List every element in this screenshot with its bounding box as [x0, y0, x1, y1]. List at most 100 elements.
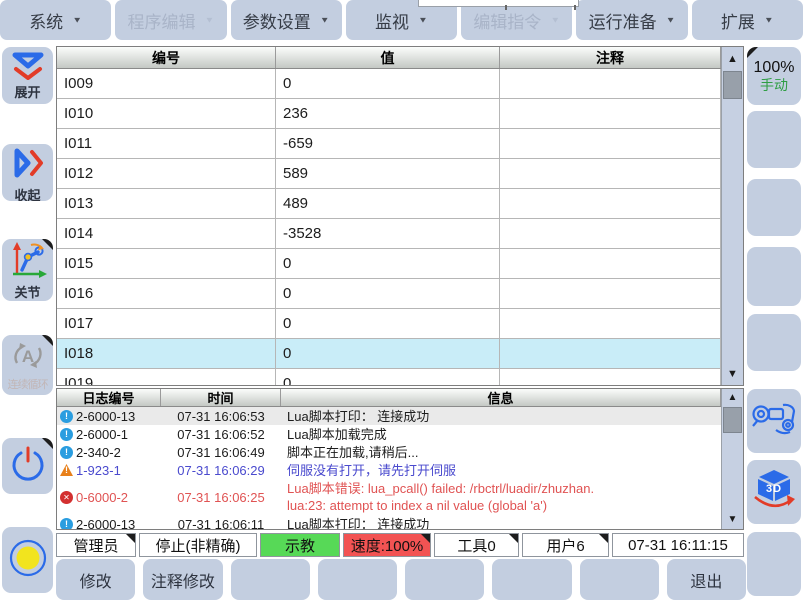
- status-teach-mode[interactable]: 示教: [260, 533, 340, 557]
- chevron-down-icon: ▼: [550, 15, 561, 25]
- io-value-cell[interactable]: 489: [276, 189, 500, 218]
- log-entry-row[interactable]: ! 2-340-2 07-31 16:06:49 脚本正在加载,请稍后...: [57, 443, 721, 461]
- io-table-row[interactable]: I017 0: [57, 309, 721, 339]
- right-toolbar-view-3d-button[interactable]: 3D: [747, 460, 801, 524]
- io-comment-cell[interactable]: [500, 249, 721, 278]
- left-toolbar-collapse-button[interactable]: 收起: [2, 144, 53, 201]
- status-tool[interactable]: 工具0: [434, 533, 519, 557]
- scroll-down-icon[interactable]: ▼: [722, 365, 743, 385]
- io-comment-cell[interactable]: [500, 189, 721, 218]
- io-id-cell[interactable]: I014: [57, 219, 276, 248]
- status-teach-mode-text: 示教: [284, 537, 315, 555]
- io-value-cell[interactable]: -659: [276, 129, 500, 158]
- log-entry-row[interactable]: ! 2-6000-13 07-31 16:06:11 Lua脚本打印： 连接成功: [57, 515, 721, 529]
- io-id-cell[interactable]: I010: [57, 99, 276, 128]
- scroll-thumb[interactable]: [723, 407, 742, 433]
- log-entry-row[interactable]: ! 1-923-1 07-31 16:06:29 伺服没有打开，请先打开伺服: [57, 461, 721, 479]
- menu-item-7[interactable]: 扩展 ▼: [691, 0, 803, 40]
- bottom-blank-button-5[interactable]: [405, 559, 485, 600]
- bottom-blank-button-6[interactable]: [492, 559, 572, 600]
- right-toolbar-blank-1-button[interactable]: [747, 111, 801, 168]
- io-id-cell[interactable]: I015: [57, 249, 276, 278]
- bottom-modify-button[interactable]: 修改: [56, 559, 136, 600]
- io-id-cell[interactable]: I012: [57, 159, 276, 188]
- bottom-comment-modify-button[interactable]: 注释修改: [143, 559, 223, 600]
- io-table-row[interactable]: I009 0: [57, 69, 721, 99]
- scroll-up-icon[interactable]: ▲: [722, 389, 743, 405]
- bottom-blank-button-4[interactable]: [317, 559, 397, 600]
- right-toolbar-blank-5-button[interactable]: [747, 532, 801, 596]
- io-table-row[interactable]: I011 -659: [57, 129, 721, 159]
- left-toolbar-joint-mode-button[interactable]: 关节: [2, 239, 53, 301]
- io-table-row[interactable]: I010 236: [57, 99, 721, 129]
- io-id-cell[interactable]: I009: [57, 69, 276, 98]
- io-table-scrollbar[interactable]: ▲ ▼: [721, 47, 743, 385]
- scroll-thumb[interactable]: [723, 71, 742, 99]
- log-column-header[interactable]: 日志编号: [57, 389, 161, 406]
- io-value-cell[interactable]: 0: [276, 69, 500, 98]
- io-table-row[interactable]: I018 0: [57, 339, 721, 369]
- io-comment-cell[interactable]: [500, 279, 721, 308]
- io-column-header[interactable]: 注释: [500, 47, 721, 68]
- io-id-cell[interactable]: I019: [57, 369, 276, 385]
- io-table-row[interactable]: I013 489: [57, 189, 721, 219]
- scroll-up-icon[interactable]: ▲: [722, 47, 743, 69]
- scroll-down-icon[interactable]: ▼: [722, 513, 743, 529]
- io-column-header[interactable]: 值: [276, 47, 500, 68]
- io-comment-cell[interactable]: [500, 99, 721, 128]
- log-column-header[interactable]: 信息: [281, 389, 721, 406]
- log-entry-row[interactable]: ! 2-6000-13 07-31 16:06:53 Lua脚本打印： 连接成功: [57, 407, 721, 425]
- io-table-row[interactable]: I016 0: [57, 279, 721, 309]
- right-toolbar-blank-3-button[interactable]: [747, 247, 801, 306]
- io-comment-cell[interactable]: [500, 369, 721, 385]
- right-toolbar-jog-speed-mode-button[interactable]: 100% 手动: [747, 47, 801, 105]
- io-comment-cell[interactable]: [500, 339, 721, 368]
- left-toolbar-record-button[interactable]: [2, 527, 53, 593]
- menu-item-6[interactable]: 运行准备 ▼: [576, 0, 688, 40]
- status-run-state[interactable]: 停止(非精确): [139, 533, 257, 557]
- log-entry-row[interactable]: ! 2-6000-1 07-31 16:06:52 Lua脚本加载完成: [57, 425, 721, 443]
- io-value-cell[interactable]: 0: [276, 249, 500, 278]
- bottom-blank-button-7[interactable]: [579, 559, 659, 600]
- status-speed[interactable]: 速度:100%: [343, 533, 431, 557]
- io-table-row[interactable]: I012 589: [57, 159, 721, 189]
- io-value-cell[interactable]: 236: [276, 99, 500, 128]
- io-comment-cell[interactable]: [500, 69, 721, 98]
- io-table-row[interactable]: I014 -3528: [57, 219, 721, 249]
- right-toolbar-blank-2-button[interactable]: [747, 179, 801, 236]
- left-toolbar-servo-power-button[interactable]: [2, 438, 53, 494]
- log-entry-row[interactable]: ✕ 0-6000-2 07-31 16:06:25 Lua脚本错误: lua_pcal…: [57, 479, 721, 515]
- io-comment-cell[interactable]: [500, 159, 721, 188]
- right-toolbar-teach-pendant-button[interactable]: [747, 389, 801, 453]
- status-user-role[interactable]: 管理员: [56, 533, 136, 557]
- io-column-header[interactable]: 编号: [57, 47, 276, 68]
- io-id-cell[interactable]: I017: [57, 309, 276, 338]
- log-column-header[interactable]: 时间: [161, 389, 281, 406]
- io-id-cell[interactable]: I011: [57, 129, 276, 158]
- io-value-cell[interactable]: 0: [276, 309, 500, 338]
- status-clock[interactable]: 07-31 16:11:15: [612, 533, 744, 557]
- io-value-cell[interactable]: 0: [276, 339, 500, 368]
- io-comment-cell[interactable]: [500, 219, 721, 248]
- bottom-blank-button-3[interactable]: [230, 559, 310, 600]
- io-table-row[interactable]: I015 0: [57, 249, 721, 279]
- menu-item-1[interactable]: 系统 ▼: [0, 0, 112, 40]
- io-value-cell[interactable]: 0: [276, 369, 500, 385]
- io-value-cell[interactable]: 0: [276, 279, 500, 308]
- io-table-row[interactable]: I019 0: [57, 369, 721, 385]
- io-id-cell[interactable]: I018: [57, 339, 276, 368]
- io-comment-cell[interactable]: [500, 309, 721, 338]
- left-toolbar-expand-button[interactable]: 展开: [2, 47, 53, 104]
- io-id-cell[interactable]: I013: [57, 189, 276, 218]
- io-id-cell[interactable]: I016: [57, 279, 276, 308]
- io-comment-cell[interactable]: [500, 129, 721, 158]
- io-value-cell[interactable]: -3528: [276, 219, 500, 248]
- log-scrollbar[interactable]: ▲ ▼: [721, 389, 743, 529]
- scroll-track[interactable]: [722, 405, 743, 513]
- bottom-exit-button[interactable]: 退出: [666, 559, 746, 600]
- status-user-frame[interactable]: 用户6: [522, 533, 609, 557]
- right-toolbar-blank-4-button[interactable]: [747, 314, 801, 371]
- scroll-track[interactable]: [722, 69, 743, 365]
- io-value-cell[interactable]: 589: [276, 159, 500, 188]
- menu-item-3[interactable]: 参数设置 ▼: [230, 0, 342, 40]
